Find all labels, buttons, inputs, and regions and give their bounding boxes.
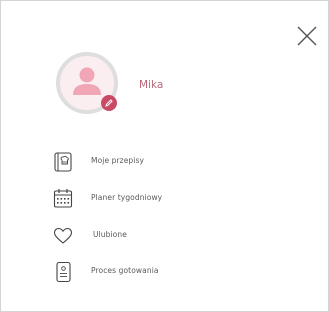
- menu-item-ulubione[interactable]: Ulubione: [53, 225, 163, 251]
- menu-item-label: Moje przepisy: [91, 156, 145, 165]
- heart-icon: [53, 227, 73, 244]
- calendar-icon: [53, 189, 73, 208]
- close-icon: [297, 26, 317, 46]
- menu-item-moje-przepisy[interactable]: Moje przepisy: [53, 151, 183, 177]
- avatar[interactable]: [55, 51, 119, 115]
- menu-item-planer-tygodniowy[interactable]: Planer tygodniowy: [53, 188, 203, 214]
- side-menu-panel: Mika Moje przepisy Planer tygodniowy Ulu…: [0, 0, 329, 312]
- cooking-process-icon: [56, 261, 71, 283]
- pencil-icon[interactable]: [100, 94, 118, 112]
- menu-item-label: Planer tygodniowy: [91, 193, 163, 202]
- close-button[interactable]: [294, 23, 320, 49]
- menu-item-label: Proces gotowania: [91, 266, 159, 275]
- recipe-book-icon: [54, 152, 72, 172]
- username[interactable]: Mika: [139, 79, 163, 91]
- menu-item-label: Ulubione: [93, 230, 127, 239]
- menu-item-proces-gotowania[interactable]: Proces gotowania: [53, 261, 203, 287]
